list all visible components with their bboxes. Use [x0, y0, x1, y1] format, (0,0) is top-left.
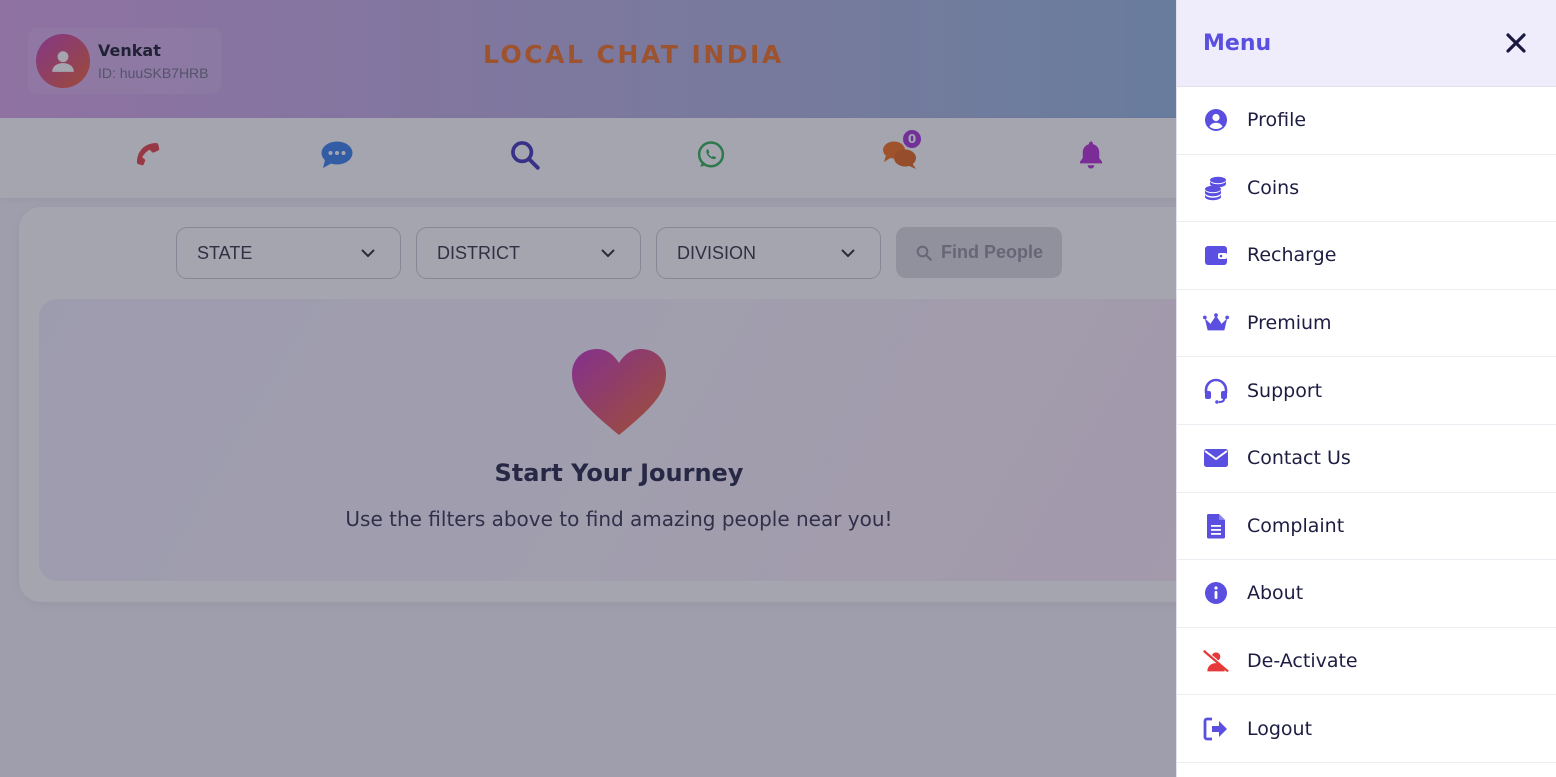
menu-item-contact-us[interactable]: Contact Us	[1177, 425, 1556, 493]
menu-header: Menu	[1177, 0, 1556, 87]
menu-item-label: Logout	[1247, 717, 1313, 740]
logout-icon	[1203, 716, 1229, 742]
menu-item-label: Complaint	[1247, 514, 1345, 537]
menu-item-coins[interactable]: Coins	[1177, 155, 1556, 223]
menu-item-support[interactable]: Support	[1177, 357, 1556, 425]
user-circle-icon	[1203, 107, 1229, 133]
menu-item-complaint[interactable]: Complaint	[1177, 493, 1556, 561]
menu-item-label: De-Activate	[1247, 650, 1358, 673]
file-icon	[1203, 513, 1229, 539]
menu-item-recharge[interactable]: Recharge	[1177, 222, 1556, 290]
menu-item-label: Coins	[1247, 176, 1300, 199]
menu-item-de-activate[interactable]: De-Activate	[1177, 628, 1556, 696]
menu-item-about[interactable]: About	[1177, 560, 1556, 628]
user-slash-icon	[1203, 648, 1229, 674]
wallet-icon	[1203, 242, 1229, 268]
menu-item-label: Contact Us	[1247, 447, 1351, 470]
headset-icon	[1203, 378, 1229, 404]
menu-title: Menu	[1203, 30, 1272, 56]
close-icon[interactable]	[1504, 31, 1528, 55]
side-menu: Menu Profile Coins Recharge Premium Supp…	[1176, 0, 1556, 777]
menu-item-label: Premium	[1247, 312, 1332, 335]
menu-item-label: Recharge	[1247, 244, 1337, 267]
coins-icon	[1203, 175, 1229, 201]
menu-item-label: Profile	[1247, 109, 1307, 132]
menu-item-profile[interactable]: Profile	[1177, 87, 1556, 155]
menu-item-logout[interactable]: Logout	[1177, 695, 1556, 763]
menu-item-label: Support	[1247, 379, 1323, 402]
envelope-icon	[1203, 445, 1229, 471]
info-icon	[1203, 580, 1229, 606]
menu-item-label: About	[1247, 582, 1304, 605]
menu-item-premium[interactable]: Premium	[1177, 290, 1556, 358]
crown-icon	[1203, 310, 1229, 336]
